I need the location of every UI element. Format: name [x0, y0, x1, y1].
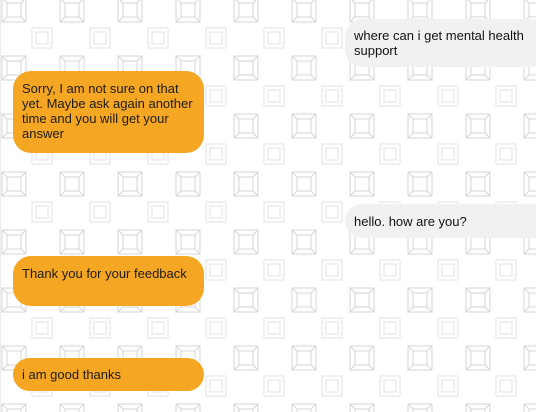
chat-conversation-area: where can i get mental health support So…	[0, 0, 536, 412]
user-message-bubble: where can i get mental health support	[345, 19, 536, 67]
bot-message-bubble: i am good thanks	[13, 358, 204, 391]
user-message-bubble: hello. how are you?	[345, 204, 536, 238]
bot-message-bubble: Thank you for your feedback	[13, 256, 204, 306]
bot-message-bubble: Sorry, I am not sure on that yet. Maybe …	[13, 71, 204, 153]
